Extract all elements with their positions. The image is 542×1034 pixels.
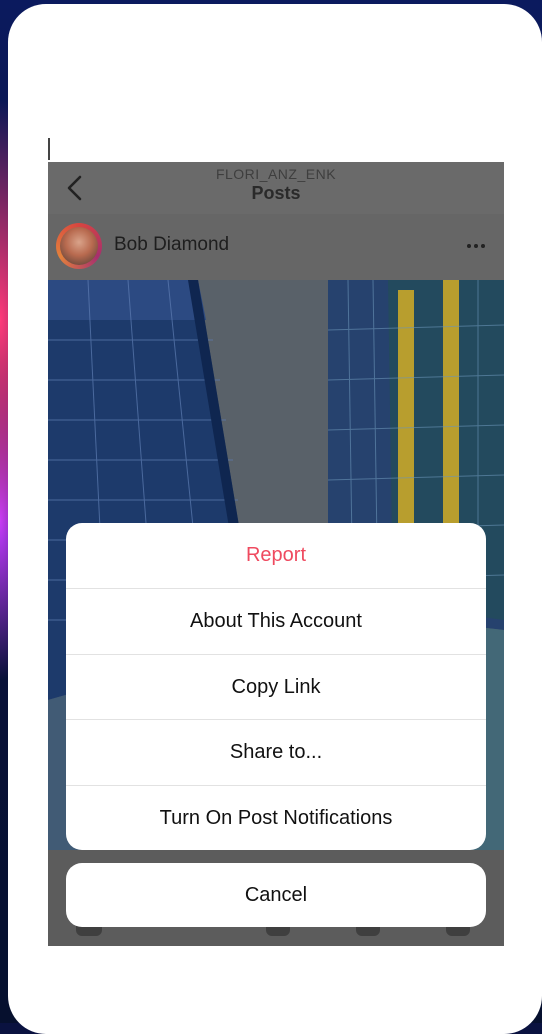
post-header: Bob Diamond <box>48 214 504 280</box>
action-sheet: Report About This Account Copy Link Shar… <box>66 523 486 850</box>
status-bar-edge <box>48 138 50 160</box>
cancel-button[interactable]: Cancel <box>66 863 486 927</box>
navigation-bar: FLORI_ANZ_ENK Posts <box>48 162 504 214</box>
post-author-name[interactable]: Bob Diamond <box>114 234 229 256</box>
about-account-button[interactable]: About This Account <box>66 588 486 654</box>
post-notifications-button[interactable]: Turn On Post Notifications <box>66 785 486 850</box>
report-button[interactable]: Report <box>66 523 486 588</box>
account-handle: FLORI_ANZ_ENK <box>215 166 337 182</box>
page-title: Posts <box>251 183 301 203</box>
copy-link-button[interactable]: Copy Link <box>66 654 486 720</box>
share-to-button[interactable]: Share to... <box>66 719 486 785</box>
avatar-photo <box>60 227 98 265</box>
ellipsis-icon[interactable] <box>466 242 486 250</box>
avatar[interactable] <box>56 223 102 269</box>
